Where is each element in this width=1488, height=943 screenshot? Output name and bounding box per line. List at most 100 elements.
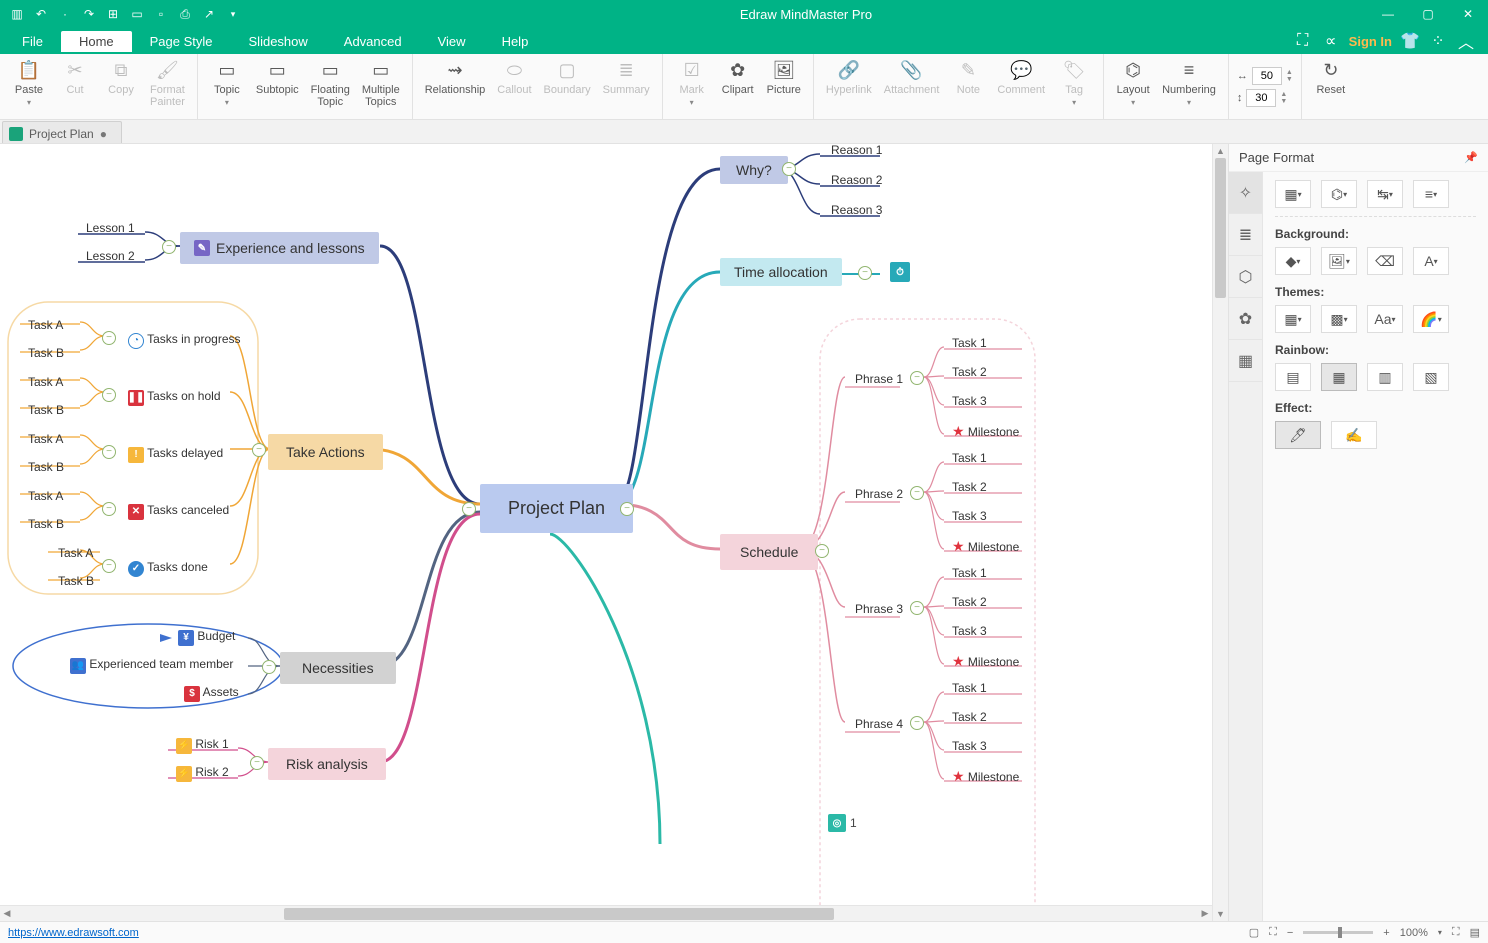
share-icon[interactable]: ∝ [1321, 31, 1341, 51]
action-group[interactable]: ❚❚ Tasks on hold [120, 386, 229, 409]
necessity-item[interactable]: 👥 Experienced team member [62, 654, 241, 677]
lesson-node[interactable]: Lesson 1 [78, 218, 143, 238]
task-node[interactable]: Task B [20, 457, 72, 477]
hyperlink-button[interactable]: 🔗Hyperlink [820, 56, 878, 116]
cut-button[interactable]: ✂Cut [52, 56, 98, 116]
relationship-button[interactable]: ⇝Relationship [419, 56, 492, 116]
necessity-item[interactable]: ¥ Budget [170, 626, 243, 649]
action-collapse[interactable]: − [102, 331, 116, 345]
action-group[interactable]: ✓ Tasks done [120, 557, 216, 580]
lesson-node[interactable]: Lesson 2 [78, 246, 143, 266]
bg-fill[interactable]: ◆ ▾ [1275, 247, 1311, 275]
milestone-node[interactable]: ★ Milestone [944, 420, 1027, 443]
phrase-node[interactable]: Phrase 2 [847, 484, 911, 504]
task-node[interactable]: Task A [50, 543, 101, 563]
sb-panels[interactable]: ▤ [1470, 926, 1480, 939]
summary-button[interactable]: ≣Summary [597, 56, 656, 116]
vspacing-spinner[interactable]: ▲▼ [1280, 91, 1287, 105]
boundary-button[interactable]: ▢Boundary [538, 56, 597, 116]
layout-option-2[interactable]: ⌬ ▾ [1321, 180, 1357, 208]
hspacing-input[interactable] [1252, 67, 1282, 85]
task-node[interactable]: Task B [20, 514, 72, 534]
necessity-item[interactable]: $ Assets [176, 682, 247, 705]
scroll-right[interactable]: ▶ [1198, 907, 1212, 921]
tshirt-icon[interactable]: 👕 [1400, 31, 1420, 51]
scroll-thumb[interactable] [1215, 158, 1226, 298]
reason-node[interactable]: Reason 1 [823, 144, 890, 160]
scroll-left[interactable]: ◀ [0, 907, 14, 921]
tab-advanced[interactable]: Advanced [326, 31, 420, 52]
apps-icon[interactable]: ⁘ [1428, 31, 1448, 51]
schedule-collapse[interactable]: − [815, 544, 829, 558]
task-node[interactable]: Task 3 [944, 736, 995, 756]
sb-fullscreen[interactable]: ⛶ [1452, 926, 1460, 939]
rainbow-2[interactable]: ▦ [1321, 363, 1357, 391]
effect-straight[interactable]: 🖊 [1275, 421, 1321, 449]
pin-icon[interactable]: 📌 [1464, 151, 1478, 164]
tab-view[interactable]: View [420, 31, 484, 52]
redo-button[interactable]: ↷ [78, 3, 100, 25]
undo-button[interactable]: ↶ [30, 3, 52, 25]
task-node[interactable]: Task B [20, 343, 72, 363]
close-button[interactable]: ✕ [1448, 0, 1488, 28]
maximize-button[interactable]: ▢ [1408, 0, 1448, 28]
paste-button[interactable]: 📋Paste▾ [6, 56, 52, 116]
task-node[interactable]: Task 1 [944, 563, 995, 583]
open-button[interactable]: ▭ [126, 3, 148, 25]
document-tab[interactable]: Project Plan ● [2, 121, 122, 143]
url-link[interactable]: https://www.edrawsoft.com [8, 927, 139, 939]
milestone-node[interactable]: ★ Milestone [944, 650, 1027, 673]
multiple-topics-button[interactable]: ▭Multiple Topics [356, 56, 406, 116]
phrase-node[interactable]: Phrase 3 [847, 599, 911, 619]
sidetab-clipart[interactable]: ✿ [1229, 298, 1262, 340]
layout-button[interactable]: ⌬Layout▾ [1110, 56, 1156, 116]
comment-button[interactable]: 💬Comment [991, 56, 1051, 116]
task-node[interactable]: Task A [20, 429, 71, 449]
sidetab-task[interactable]: ▦ [1229, 340, 1262, 382]
task-node[interactable]: Task 1 [944, 678, 995, 698]
copy-button[interactable]: ⧉Copy [98, 56, 144, 116]
zoom-slider[interactable] [1303, 931, 1373, 934]
format-painter-button[interactable]: 🖌Format Painter [144, 56, 191, 116]
task-node[interactable]: Task 2 [944, 592, 995, 612]
experience-node[interactable]: ✎ Experience and lessons [180, 232, 379, 264]
action-collapse[interactable]: − [102, 388, 116, 402]
collapse-right[interactable]: − [620, 502, 634, 516]
tab-home[interactable]: Home [61, 31, 132, 52]
zoom-out[interactable]: − [1287, 927, 1293, 939]
new-button[interactable]: ⊞ [102, 3, 124, 25]
export-button[interactable]: ↗ [198, 3, 220, 25]
hscroll-thumb[interactable] [284, 908, 834, 920]
floating-topic-button[interactable]: ▭Floating Topic [305, 56, 356, 116]
topic-button[interactable]: ▭Topic▾ [204, 56, 250, 116]
qat-more-button[interactable]: ▾ [222, 3, 244, 25]
tab-file[interactable]: File [4, 31, 61, 52]
bg-image[interactable]: 🖼 ▾ [1321, 247, 1357, 275]
tab-page-style[interactable]: Page Style [132, 31, 231, 52]
layout-option-3[interactable]: ↹ ▾ [1367, 180, 1403, 208]
zoom-in[interactable]: + [1383, 927, 1389, 939]
scroll-down[interactable]: ▼ [1213, 907, 1228, 921]
phrase-node[interactable]: Phrase 1 [847, 369, 911, 389]
sidetab-format[interactable]: ✧ [1229, 172, 1262, 214]
sidetab-outline[interactable]: ≣ [1229, 214, 1262, 256]
bg-remove[interactable]: ⌫ [1367, 247, 1403, 275]
necessities-node[interactable]: Necessities [280, 652, 396, 684]
effect-handdrawn[interactable]: ✍ [1331, 421, 1377, 449]
task-node[interactable]: Task 3 [944, 391, 995, 411]
tab-help[interactable]: Help [484, 31, 547, 52]
task-node[interactable]: Task 2 [944, 477, 995, 497]
necessities-collapse[interactable]: − [262, 660, 276, 674]
reset-button[interactable]: ↻Reset [1308, 56, 1354, 116]
sign-in-link[interactable]: Sign In [1349, 34, 1392, 49]
collapse-left[interactable]: − [462, 502, 476, 516]
why-collapse[interactable]: − [782, 162, 796, 176]
collapse-ribbon-icon[interactable]: ︿ [1456, 31, 1476, 51]
time-allocation-node[interactable]: Time allocation [720, 258, 842, 286]
schedule-node[interactable]: Schedule [720, 534, 818, 570]
theme-preset[interactable]: ▦ ▾ [1275, 305, 1311, 333]
mark-button[interactable]: ☑Mark▾ [669, 56, 715, 116]
task-node[interactable]: Task B [50, 571, 102, 591]
phrase-collapse[interactable]: − [910, 486, 924, 500]
risk-collapse[interactable]: − [250, 756, 264, 770]
